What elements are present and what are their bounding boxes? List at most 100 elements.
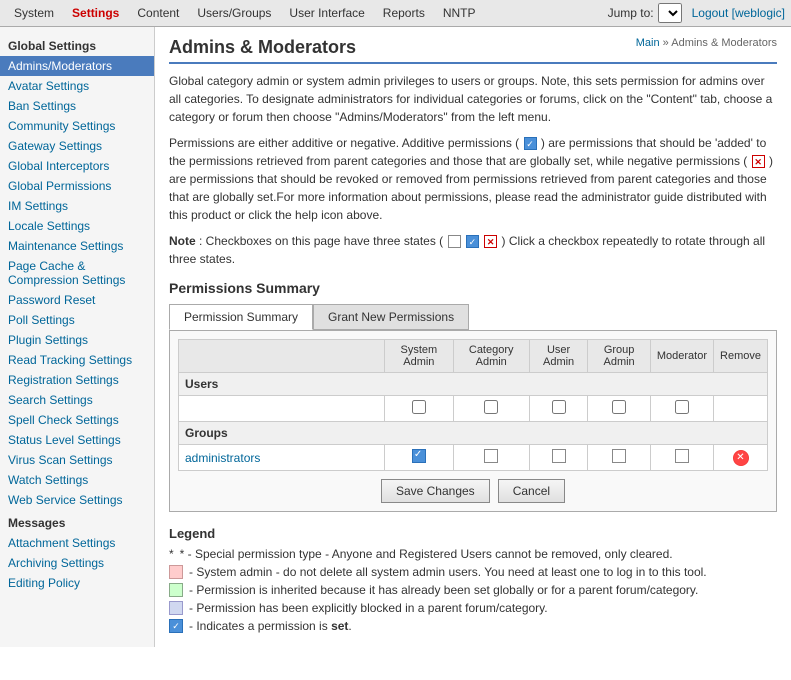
nav-user-interface[interactable]: User Interface (281, 3, 372, 23)
sidebar-item-web-service[interactable]: Web Service Settings (0, 490, 154, 510)
page-header: Admins & Moderators Main » Admins & Mode… (169, 37, 777, 64)
sidebar-item-poll-settings[interactable]: Poll Settings (0, 310, 154, 330)
sidebar-item-status-level[interactable]: Status Level Settings (0, 430, 154, 450)
permissions-table-container: System Admin Category Admin User Admin G… (169, 330, 777, 512)
legend-item-green: - Permission is inherited because it has… (169, 583, 777, 597)
save-changes-button[interactable]: Save Changes (381, 479, 490, 503)
sidebar-item-global-interceptors[interactable]: Global Interceptors (0, 156, 154, 176)
main-content: Admins & Moderators Main » Admins & Mode… (155, 27, 791, 647)
note-strong: Note (169, 234, 196, 248)
sidebar-item-read-tracking[interactable]: Read Tracking Settings (0, 350, 154, 370)
jump-to-container: Jump to: (608, 3, 682, 23)
sidebar-item-virus-scan[interactable]: Virus Scan Settings (0, 450, 154, 470)
note-text: : Checkboxes on this page have three sta… (199, 234, 443, 248)
cancel-button[interactable]: Cancel (498, 479, 565, 503)
permissions-table: System Admin Category Admin User Admin G… (178, 339, 768, 471)
sidebar-item-attachment-settings[interactable]: Attachment Settings (0, 533, 154, 553)
users-section-label: Users (179, 373, 768, 396)
nav-reports[interactable]: Reports (375, 3, 433, 23)
admins-moderator-checkbox[interactable] (675, 449, 689, 463)
user-user-admin-checkbox[interactable] (552, 400, 566, 414)
breadcrumb-current: Admins & Moderators (671, 37, 777, 49)
admins-user-admin-checkbox[interactable] (552, 449, 566, 463)
user-category-admin-checkbox[interactable] (484, 400, 498, 414)
sidebar-item-plugin-settings[interactable]: Plugin Settings (0, 330, 154, 350)
admins-system-admin-cell (385, 445, 453, 471)
sidebar-item-search-settings[interactable]: Search Settings (0, 390, 154, 410)
sidebar-item-watch-settings[interactable]: Watch Settings (0, 470, 154, 490)
legend-checked-text: - Indicates a permission is set. (189, 619, 352, 633)
admins-remove-cell: ✕ (714, 445, 768, 471)
user-moderator-cell (650, 396, 713, 422)
sidebar: Global Settings Admins/Moderators Avatar… (0, 27, 155, 647)
user-name-cell (179, 396, 385, 422)
sidebar-item-spell-check[interactable]: Spell Check Settings (0, 410, 154, 430)
tab-grant-new-permissions[interactable]: Grant New Permissions (313, 304, 469, 330)
nav-content[interactable]: Content (129, 3, 187, 23)
admins-group-admin-cell (588, 445, 651, 471)
sidebar-item-page-cache[interactable]: Page Cache & Compression Settings (0, 256, 154, 290)
col-header-remove: Remove (714, 340, 768, 373)
jump-to-select[interactable] (658, 3, 682, 23)
sidebar-item-admins-moderators[interactable]: Admins/Moderators (0, 56, 154, 76)
sidebar-item-gateway-settings[interactable]: Gateway Settings (0, 136, 154, 156)
sidebar-item-ban-settings[interactable]: Ban Settings (0, 96, 154, 116)
legend-title: Legend (169, 526, 777, 541)
admins-system-admin-checkbox[interactable] (412, 449, 426, 463)
col-header-category-admin: Category Admin (453, 340, 529, 373)
user-group-admin-checkbox[interactable] (612, 400, 626, 414)
admins-user-admin-cell (529, 445, 587, 471)
logout-link[interactable]: Logout [weblogic] (692, 6, 785, 20)
admins-category-admin-checkbox[interactable] (484, 449, 498, 463)
page-layout: Global Settings Admins/Moderators Avatar… (0, 27, 791, 647)
state3-checkbox-icon: ✕ (484, 235, 497, 248)
sidebar-item-editing-policy[interactable]: Editing Policy (0, 573, 154, 593)
sidebar-item-im-settings[interactable]: IM Settings (0, 196, 154, 216)
admins-category-admin-cell (453, 445, 529, 471)
tab-permission-summary[interactable]: Permission Summary (169, 304, 313, 330)
breadcrumb: Main » Admins & Moderators (636, 37, 777, 49)
nav-system[interactable]: System (6, 3, 62, 23)
sidebar-item-registration-settings[interactable]: Registration Settings (0, 370, 154, 390)
legend-blue-box (169, 601, 183, 615)
intro-paragraph-2: Permissions are either additive or negat… (169, 134, 777, 224)
page-title: Admins & Moderators (169, 37, 356, 58)
legend-blue-text: - Permission has been explicitly blocked… (189, 601, 548, 615)
group-administrators-row: administrators (179, 445, 768, 471)
user-system-admin-checkbox[interactable] (412, 400, 426, 414)
user-remove-cell (714, 396, 768, 422)
col-header-system-admin: System Admin (385, 340, 453, 373)
intro-paragraph-1: Global category admin or system admin pr… (169, 72, 777, 126)
sidebar-item-global-permissions[interactable]: Global Permissions (0, 176, 154, 196)
nav-users-groups[interactable]: Users/Groups (189, 3, 279, 23)
col-header-empty (179, 340, 385, 373)
user-empty-row (179, 396, 768, 422)
sidebar-item-maintenance-settings[interactable]: Maintenance Settings (0, 236, 154, 256)
admins-remove-button[interactable]: ✕ (733, 450, 749, 466)
user-category-admin-cell (453, 396, 529, 422)
user-user-admin-cell (529, 396, 587, 422)
sidebar-item-archiving-settings[interactable]: Archiving Settings (0, 553, 154, 573)
administrators-link[interactable]: administrators (185, 451, 260, 465)
legend-checked-box: ✓ (169, 619, 183, 633)
groups-section-row: Groups (179, 422, 768, 445)
user-moderator-checkbox[interactable] (675, 400, 689, 414)
nav-settings[interactable]: Settings (64, 3, 127, 23)
user-group-admin-cell (588, 396, 651, 422)
breadcrumb-main-link[interactable]: Main (636, 37, 660, 49)
sidebar-item-password-reset[interactable]: Password Reset (0, 290, 154, 310)
col-header-user-admin: User Admin (529, 340, 587, 373)
action-buttons: Save Changes Cancel (178, 479, 768, 503)
sidebar-item-avatar-settings[interactable]: Avatar Settings (0, 76, 154, 96)
sidebar-section-global: Global Settings (0, 33, 154, 56)
admins-moderator-cell (650, 445, 713, 471)
administrators-name-cell: administrators (179, 445, 385, 471)
nav-nntp[interactable]: NNTP (435, 3, 484, 23)
sidebar-item-community-settings[interactable]: Community Settings (0, 116, 154, 136)
legend-green-box (169, 583, 183, 597)
legend-item-special: * * - Special permission type - Anyone a… (169, 547, 777, 561)
col-header-moderator: Moderator (650, 340, 713, 373)
sidebar-item-locale-settings[interactable]: Locale Settings (0, 216, 154, 236)
admins-group-admin-checkbox[interactable] (612, 449, 626, 463)
legend-item-checked: ✓ - Indicates a permission is set. (169, 619, 777, 633)
